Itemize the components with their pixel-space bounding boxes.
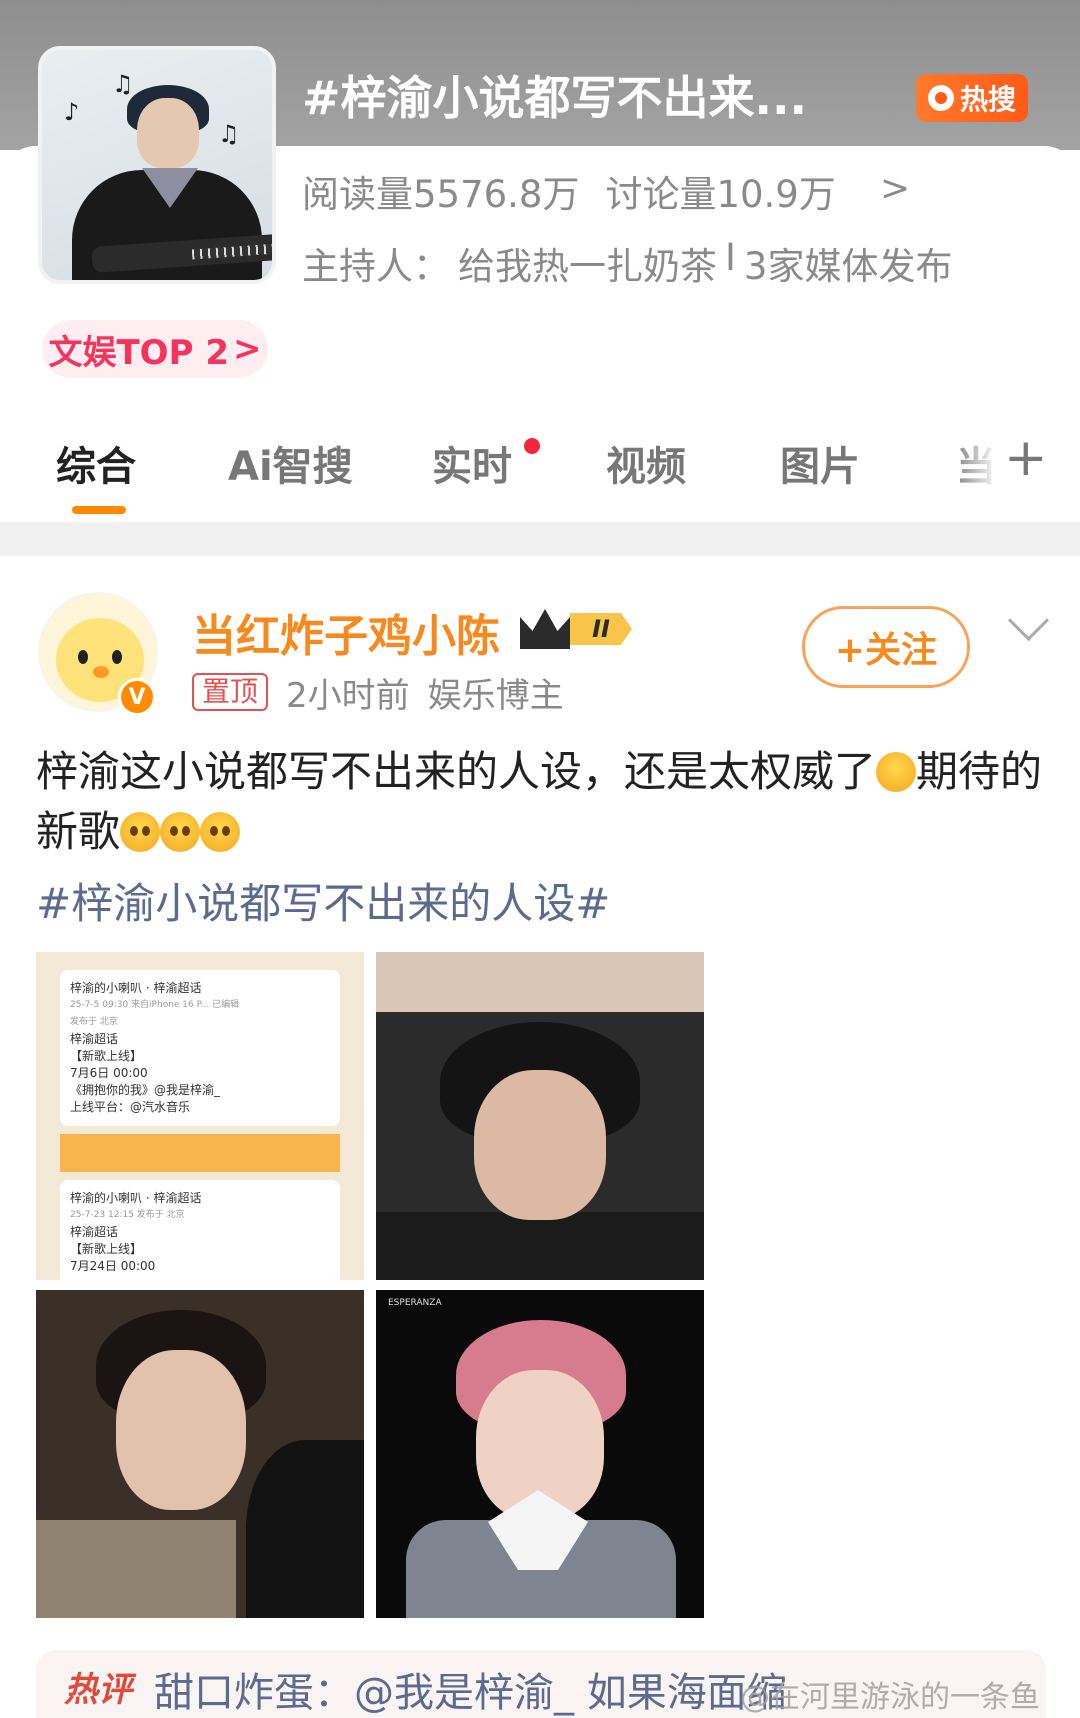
rank-pill[interactable]: 文娱TOP 2 >: [42, 320, 268, 378]
crown-icon: [520, 609, 570, 649]
tab-video[interactable]: 视频: [606, 434, 686, 492]
topic-title: #梓渝小说都写不出来...: [302, 71, 807, 125]
add-tab-icon[interactable]: +: [1004, 428, 1048, 488]
card2-meta: 25-7-23 12:15 发布于 北京: [70, 1210, 185, 1220]
photo-top-strip: [376, 952, 704, 1012]
read-count: 阅读量5576.8万: [302, 173, 580, 216]
crying-emoji-icon: [200, 812, 241, 852]
post-text-part1: 梓渝这小说都写不出来的人设，还是太权威了: [36, 747, 877, 796]
card1-tag: 梓渝超话: [70, 1032, 119, 1046]
post-time: 2小时前: [286, 675, 410, 716]
post-hashtag[interactable]: #梓渝小说都写不出来的人设#: [36, 870, 610, 931]
card1-meta: 25-7-5 09:30 来自iPhone 16 P... 已编辑: [70, 1000, 240, 1010]
music-note-icon: ♫: [112, 70, 134, 98]
user-level-badge[interactable]: II: [520, 608, 634, 650]
tab-realtime[interactable]: 实时: [432, 434, 512, 492]
card1-location: 发布于 北京: [70, 1017, 118, 1027]
chick-eye: [78, 650, 88, 664]
tab-ai-search[interactable]: Ai智搜: [228, 434, 353, 492]
card1-title: 【新歌上线】: [70, 1049, 143, 1063]
host-name[interactable]: 给我热一扎奶茶: [458, 236, 717, 288]
tab-bar: 综合 Ai智搜 实时 视频 图片 当 +: [0, 420, 1080, 520]
host-row: 主持人： 给我热一扎奶茶 I 3家媒体发布: [302, 236, 953, 288]
cover-person-face: [137, 98, 199, 168]
card1-author: 梓渝的小喇叭 · 梓渝超话: [70, 981, 202, 995]
hot-search-label: 热搜: [959, 83, 1016, 116]
post-username[interactable]: 当红炸子鸡小陈: [192, 600, 500, 664]
masked-person: [246, 1440, 364, 1618]
chick-eye: [112, 650, 122, 664]
section-divider: [0, 522, 1080, 556]
stats-chevron-icon[interactable]: >: [880, 168, 910, 209]
post-more-chevron-icon[interactable]: [1008, 604, 1048, 644]
card2-date: 7月24日 00:00: [70, 1259, 156, 1273]
hot-search-badge[interactable]: 热搜: [916, 74, 1028, 122]
announcement-card-1: 梓渝的小喇叭 · 梓渝超话 25-7-5 09:30 来自iPhone 16 P…: [60, 970, 340, 1126]
host-separator: I: [725, 236, 736, 279]
follow-button[interactable]: +关注: [802, 606, 970, 688]
verified-icon: V: [118, 678, 156, 716]
media-count[interactable]: 3家媒体发布: [744, 236, 953, 288]
pinned-tag: 置顶: [192, 673, 269, 711]
crying-emoji-icon: [160, 812, 201, 852]
music-note-icon: ♫: [218, 120, 240, 148]
user-role: 娱乐博主: [427, 675, 564, 716]
active-tab-indicator: [72, 506, 126, 514]
portrait-face: [474, 1070, 606, 1220]
realtime-red-dot: [524, 438, 540, 454]
tab-images[interactable]: 图片: [780, 434, 860, 492]
topic-cover-image[interactable]: ♫ ♪ ♫: [38, 46, 276, 284]
topic-stats[interactable]: 阅读量5576.8万 讨论量10.9万: [302, 166, 836, 216]
hot-comment-text: 甜口炸蛋：@我是梓渝_ 如果海面缩: [154, 1670, 787, 1716]
surprised-emoji-icon: [876, 752, 917, 792]
post-image-1[interactable]: 梓渝的小喇叭 · 梓渝超话 25-7-5 09:30 来自iPhone 16 P…: [36, 952, 364, 1280]
photo-jacket: [36, 1520, 236, 1618]
portrait-face: [116, 1350, 246, 1510]
card2-author: 梓渝的小喇叭 · 梓渝超话: [70, 1191, 202, 1205]
tab-general[interactable]: 综合: [56, 434, 136, 492]
card1-platform: 上线平台：@汽水音乐: [70, 1100, 191, 1114]
post-image-4[interactable]: ESPERANZA: [376, 1290, 704, 1618]
crying-emoji-icon: [120, 812, 161, 852]
card1-song: 《拥抱你的我》@我是梓渝_: [70, 1083, 221, 1097]
photo-caption: ESPERANZA: [388, 1298, 442, 1308]
post-image-2[interactable]: [376, 952, 704, 1280]
announcement-orange-bar: [60, 1134, 340, 1172]
level-label: II: [570, 613, 632, 645]
card2-tag: 梓渝超话: [70, 1225, 119, 1239]
rank-label: 文娱TOP 2: [48, 332, 229, 373]
post-image-3[interactable]: [36, 1290, 364, 1618]
rank-chevron-icon: >: [233, 329, 262, 369]
card1-date: 7月6日 00:00: [70, 1066, 148, 1080]
announcement-card-2: 梓渝的小喇叭 · 梓渝超话 25-7-23 12:15 发布于 北京 梓渝超话 …: [60, 1180, 340, 1280]
hot-search-icon: [927, 85, 954, 111]
host-label: 主持人：: [302, 245, 450, 288]
discussion-count: 讨论量10.9万: [605, 173, 836, 216]
watermark: @在河里游泳的一条鱼: [740, 1680, 1040, 1715]
photo-bottom-strip: [376, 1212, 704, 1280]
tab-fade-overlay: [950, 420, 1010, 510]
music-note-icon: ♪: [64, 98, 80, 126]
card2-title: 【新歌上线】: [70, 1242, 143, 1256]
post-text: 梓渝这小说都写不出来的人设，还是太权威了 期待的新歌: [36, 742, 1046, 862]
hot-comment-label: 热评: [64, 1670, 132, 1710]
post-meta: 置顶 2小时前 娱乐博主: [192, 668, 564, 716]
chick-beak: [93, 666, 109, 678]
